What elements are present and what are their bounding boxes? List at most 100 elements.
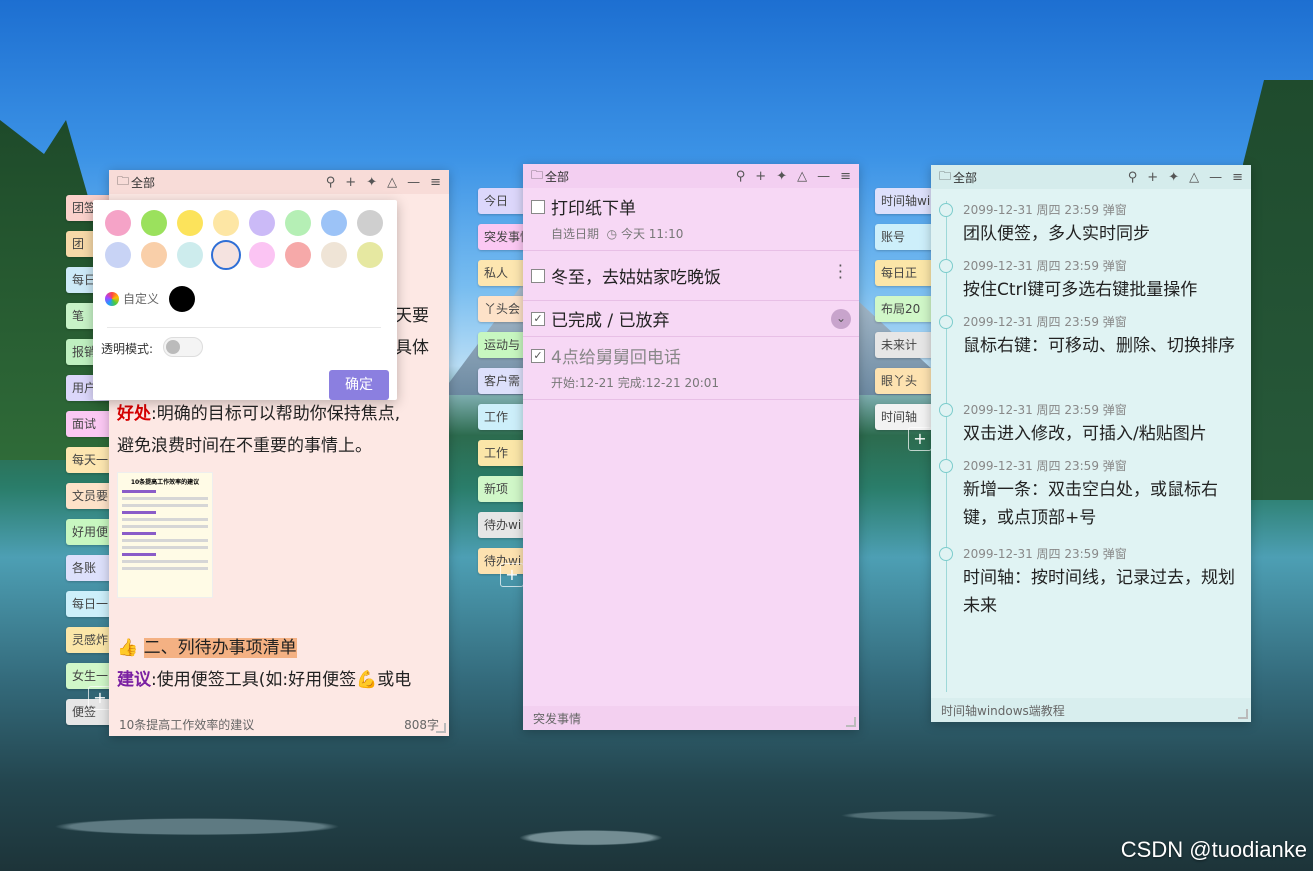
color-swatch[interactable]	[141, 242, 167, 268]
color-swatch[interactable]	[285, 242, 311, 268]
pin-icon[interactable]: ✦	[1168, 170, 1179, 185]
right-note-tab[interactable]: 每日正	[875, 260, 932, 286]
color-swatch[interactable]	[285, 210, 311, 236]
timeline-entry-meta: 2099-12-31 周四 23:59 弹窗	[963, 459, 1127, 473]
color-swatch[interactable]	[321, 242, 347, 268]
folder-icon[interactable]: 🗀	[939, 167, 951, 188]
color-swatch[interactable]	[357, 242, 383, 268]
todo-checkbox[interactable]	[531, 268, 545, 283]
skin-icon[interactable]: △	[387, 175, 397, 190]
left-note-tab[interactable]: 灵感炸	[66, 627, 110, 653]
folder-icon[interactable]: 🗀	[117, 172, 129, 193]
timeline-entry-text: 时间轴：按时间线，记录过去，规划未来	[963, 568, 1235, 616]
middle-note-tab[interactable]: 待办wi	[478, 512, 524, 538]
color-swatch[interactable]	[105, 242, 131, 268]
middle-note-tab[interactable]: 新项	[478, 476, 524, 502]
menu-icon[interactable]: ≡	[430, 175, 441, 190]
custom-color-swatch[interactable]	[169, 286, 195, 312]
search-icon[interactable]: ⚲	[326, 175, 336, 190]
minimize-icon[interactable]: —	[817, 169, 830, 184]
timeline-entry[interactable]: 2099-12-31 周四 23:59 弹窗 团队便签，多人实时同步	[937, 201, 1241, 248]
footer-note-name[interactable]: 时间轴windows端教程	[941, 702, 1065, 719]
timeline-dot	[939, 315, 953, 329]
minimize-icon[interactable]: —	[1209, 170, 1222, 185]
menu-icon[interactable]: ≡	[840, 169, 851, 184]
timeline-entry[interactable]: 2099-12-31 周四 23:59 弹窗 双击进入修改，可插入/粘贴图片	[937, 401, 1241, 448]
color-swatch[interactable]	[249, 242, 275, 268]
footer-note-name[interactable]: 10条提高工作效率的建议	[119, 716, 254, 733]
todo-item[interactable]: 冬至，去姑姑家吃晚饭 · · ·	[523, 251, 859, 301]
color-swatch[interactable]	[213, 210, 239, 236]
window-title[interactable]: 全部	[545, 168, 569, 185]
middle-note-tab[interactable]: 运动与	[478, 332, 524, 358]
left-note-tab[interactable]: 好用便	[66, 519, 110, 545]
plus-icon[interactable]: +	[1147, 170, 1158, 185]
completed-todo-item[interactable]: ✓ 4点给舅舅回电话 开始:12-21 完成:12-21 20:01	[523, 337, 859, 400]
left-note-tab[interactable]: 每天一	[66, 447, 110, 473]
color-swatch[interactable]	[357, 210, 383, 236]
timeline-entry[interactable]: 2099-12-31 周四 23:59 弹窗 时间轴：按时间线，记录过去，规划未来	[937, 545, 1241, 620]
timeline-dot	[939, 547, 953, 561]
todo-checkbox-checked[interactable]: ✓	[531, 348, 545, 363]
todo-item[interactable]: 打印纸下单 自选日期 ◷ 今天 11:10	[523, 188, 859, 251]
minimize-icon[interactable]: —	[407, 175, 420, 190]
footer-note-name[interactable]: 突发事情	[533, 710, 581, 727]
color-swatch[interactable]	[211, 240, 241, 270]
middle-note-tab[interactable]: 丫头会	[478, 296, 524, 322]
timeline-entry-meta: 2099-12-31 周四 23:59 弹窗	[963, 259, 1127, 273]
article-image-thumbnail[interactable]: 10条提高工作效率的建议	[117, 472, 213, 598]
plus-icon[interactable]: +	[345, 175, 356, 190]
search-icon[interactable]: ⚲	[736, 169, 746, 184]
search-icon[interactable]: ⚲	[1128, 170, 1138, 185]
left-note-tab[interactable]: 每日一	[66, 591, 110, 617]
window-title[interactable]: 全部	[131, 174, 155, 191]
middle-note-tab[interactable]: 今日	[478, 188, 524, 214]
more-options-icon[interactable]: · · ·	[838, 258, 843, 286]
window-title[interactable]: 全部	[953, 169, 977, 186]
transparent-mode-toggle[interactable]	[163, 337, 203, 357]
middle-note-tab[interactable]: 私人	[478, 260, 524, 286]
menu-icon[interactable]: ≡	[1232, 170, 1243, 185]
timeline-entry[interactable]: 2099-12-31 周四 23:59 弹窗 按住Ctrl键可多选右键批量操作	[937, 257, 1241, 304]
folder-icon[interactable]: 🗀	[531, 166, 543, 187]
skin-icon[interactable]: △	[1189, 170, 1199, 185]
color-swatch[interactable]	[249, 210, 275, 236]
resize-grip[interactable]	[1238, 709, 1248, 719]
middle-note-tab[interactable]: 客户需	[478, 368, 524, 394]
middle-note-tab[interactable]: 工作	[478, 404, 524, 430]
right-note-tab[interactable]: 布局20	[875, 296, 932, 322]
add-note-button-middle[interactable]: +	[500, 563, 524, 587]
color-swatch[interactable]	[105, 210, 131, 236]
left-note-tab[interactable]: 文员要	[66, 483, 110, 509]
color-swatch[interactable]	[177, 210, 203, 236]
alarm-icon: ◷	[606, 227, 618, 241]
timeline-entry[interactable]: 2099-12-31 周四 23:59 弹窗 鼠标右键：可移动、删除、切换排序	[937, 313, 1241, 360]
resize-grip[interactable]	[436, 723, 446, 733]
timeline-entry[interactable]: 2099-12-31 周四 23:59 弹窗新增一条：双击空白处，或鼠标右键，或…	[937, 457, 1241, 532]
pin-icon[interactable]: ✦	[776, 169, 787, 184]
right-note-tab[interactable]: 账号	[875, 224, 932, 250]
middle-note-tab[interactable]: 突发事情	[478, 224, 524, 250]
add-note-button-right[interactable]: +	[908, 427, 932, 451]
note-titlebar: 🗀 全部 ⚲ + ✦ △ — ≡	[109, 170, 449, 194]
resize-grip[interactable]	[846, 717, 856, 727]
middle-note-tab[interactable]: 工作	[478, 440, 524, 466]
color-swatch[interactable]	[321, 210, 347, 236]
custom-color[interactable]: 自定义	[105, 290, 159, 307]
todo-checkbox[interactable]	[531, 199, 545, 214]
skin-icon[interactable]: △	[797, 169, 807, 184]
left-note-tab[interactable]: 各账	[66, 555, 110, 581]
left-note-tab[interactable]: 面试	[66, 411, 110, 437]
right-note-tab[interactable]: 眼丫头	[875, 368, 932, 394]
chevron-down-icon[interactable]: ⌄	[831, 308, 851, 329]
word-count: 808字	[404, 717, 439, 732]
right-note-tab[interactable]: 未来计	[875, 332, 932, 358]
pin-icon[interactable]: ✦	[366, 175, 377, 190]
confirm-button[interactable]: 确定	[329, 370, 389, 400]
color-swatch[interactable]	[141, 210, 167, 236]
right-note-tab[interactable]: 时间轴wi	[875, 188, 932, 214]
done-section-header[interactable]: ✓ 已完成 / 已放弃 ⌄	[523, 301, 859, 337]
color-swatch[interactable]	[177, 242, 203, 268]
plus-icon[interactable]: +	[755, 169, 766, 184]
timeline-entry-text: 新增一条：双击空白处，或鼠标右键，或点顶部+号	[963, 480, 1218, 528]
